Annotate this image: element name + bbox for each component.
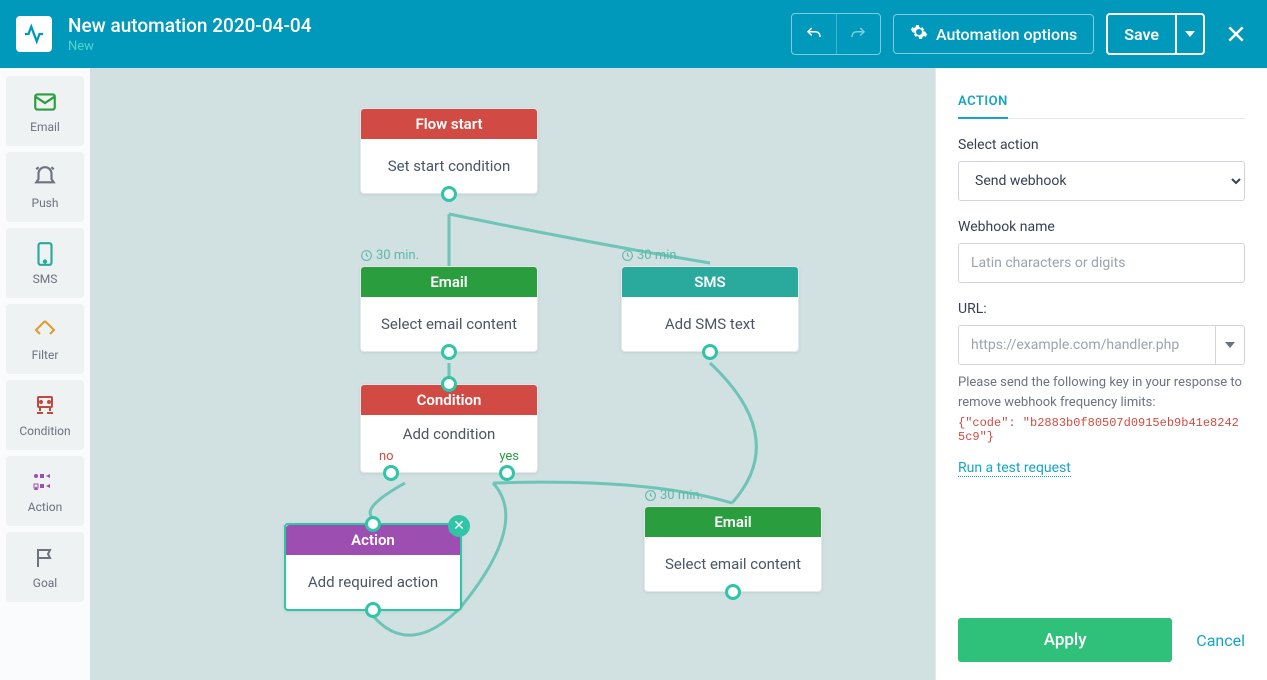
cancel-button[interactable]: Cancel — [1196, 631, 1245, 650]
url-dropdown-button[interactable] — [1216, 325, 1245, 365]
node-email2-body: Select email content — [645, 537, 821, 591]
options-label: Automation options — [936, 25, 1077, 44]
webhook-code: {"code": "b2883b0f80507d0915eb9b41e82425… — [958, 416, 1245, 444]
tool-condition[interactable]: Condition — [6, 380, 84, 450]
undo-button[interactable] — [792, 14, 836, 54]
url-label: URL: — [958, 301, 1245, 317]
node-flow-start-body: Set start condition — [361, 139, 537, 193]
node-flow-start[interactable]: Flow start Set start condition — [360, 108, 538, 194]
phone-icon — [31, 240, 59, 268]
action-panel: ACTION Select action Send webhook Webhoo… — [935, 68, 1267, 680]
save-dropdown-button[interactable] — [1175, 15, 1203, 53]
tool-label-sms: SMS — [33, 272, 58, 286]
redo-button[interactable] — [836, 14, 880, 54]
tool-email[interactable]: Email — [6, 76, 84, 146]
tool-label-email: Email — [30, 120, 60, 134]
automation-options-button[interactable]: Automation options — [893, 14, 1094, 54]
node-action[interactable]: ✕ Action Add required action — [284, 523, 462, 611]
webhook-hint: Please send the following key in your re… — [958, 373, 1245, 412]
node-email1-title: Email — [361, 267, 537, 297]
node-email1-body: Select email content — [361, 297, 537, 351]
condition-no-label: no — [379, 449, 394, 464]
run-test-request-link[interactable]: Run a test request — [958, 460, 1071, 477]
node-sms-title: SMS — [622, 267, 798, 297]
node-toolbar: Email Push SMS Filter Condition Action G… — [0, 68, 90, 680]
tool-filter[interactable]: Filter — [6, 304, 84, 374]
condition-yes-label: yes — [499, 449, 519, 464]
automation-title[interactable]: New automation 2020-04-04 — [68, 14, 791, 37]
tool-push[interactable]: Push — [6, 152, 84, 222]
tool-goal[interactable]: Goal — [6, 532, 84, 602]
node-email2-title: Email — [645, 507, 821, 537]
bell-icon — [31, 164, 59, 192]
port-yes[interactable] — [499, 465, 515, 481]
undo-redo-group — [791, 13, 881, 55]
apply-button[interactable]: Apply — [958, 618, 1172, 662]
gear-icon — [910, 23, 928, 45]
tool-label-push: Push — [32, 196, 59, 210]
node-sms-delay: 30 min. — [621, 248, 680, 263]
tool-action[interactable]: Action — [6, 456, 84, 526]
node-email1[interactable]: Email Select email content — [360, 266, 538, 352]
filter-icon — [31, 316, 59, 344]
port[interactable] — [725, 584, 741, 600]
port[interactable] — [365, 516, 381, 532]
port[interactable] — [365, 602, 381, 618]
node-email2[interactable]: Email Select email content — [644, 506, 822, 592]
app-logo — [16, 16, 52, 52]
port[interactable] — [441, 344, 457, 360]
save-button-group: Save — [1106, 13, 1205, 55]
url-input[interactable] — [958, 325, 1216, 365]
webhook-name-label: Webhook name — [958, 219, 1245, 235]
port[interactable] — [441, 186, 457, 202]
port-no[interactable] — [383, 465, 399, 481]
app-header: New automation 2020-04-04 New Automation… — [0, 0, 1267, 68]
node-condition-body: Add condition — [361, 415, 537, 449]
port[interactable] — [441, 376, 457, 392]
tool-label-action: Action — [28, 500, 62, 514]
tool-label-goal: Goal — [33, 576, 57, 590]
panel-tab-action[interactable]: ACTION — [958, 94, 1008, 119]
automation-status: New — [68, 39, 791, 54]
node-sms-body: Add SMS text — [622, 297, 798, 351]
condition-icon — [31, 392, 59, 420]
webhook-name-input[interactable] — [958, 243, 1245, 283]
save-button[interactable]: Save — [1108, 15, 1175, 53]
tool-sms[interactable]: SMS — [6, 228, 84, 298]
tool-label-condition: Condition — [19, 424, 70, 438]
node-email1-delay: 30 min. — [360, 248, 419, 263]
flow-canvas[interactable]: Flow start Set start condition 30 min. E… — [90, 68, 935, 680]
node-flow-start-title: Flow start — [361, 109, 537, 139]
select-action-dropdown[interactable]: Send webhook — [958, 161, 1245, 201]
close-button[interactable] — [1221, 19, 1251, 49]
select-action-label: Select action — [958, 137, 1245, 153]
email-icon — [31, 88, 59, 116]
node-sms[interactable]: SMS Add SMS text — [621, 266, 799, 352]
node-condition[interactable]: Condition Add condition no yes — [360, 384, 538, 473]
tool-label-filter: Filter — [32, 348, 59, 362]
flag-icon — [31, 544, 59, 572]
node-delete-button[interactable]: ✕ — [448, 515, 470, 537]
port[interactable] — [702, 344, 718, 360]
node-action-body: Add required action — [286, 555, 460, 609]
action-icon — [31, 468, 59, 496]
node-email2-delay: 30 min. — [644, 488, 703, 503]
